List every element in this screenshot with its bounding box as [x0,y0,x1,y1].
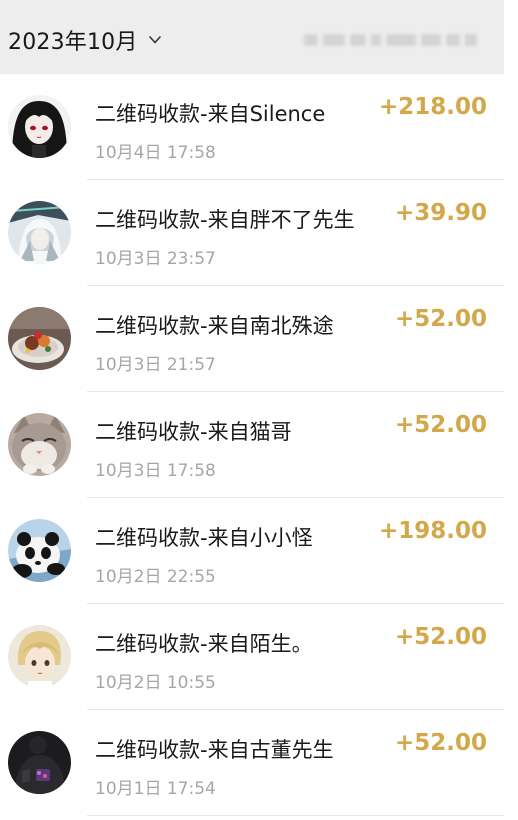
transaction-time: 10月2日 22:55 [95,567,216,587]
transaction-row[interactable]: 二维码收款-来自陌生。 10月2日 10:55 +52.00 [0,604,504,710]
dark-photo-avatar [8,731,71,794]
month-header: 2023年10月 [0,0,504,74]
bill-page: 2023年10月 二维码收款-来自Silence 10月4日 17:58 +21… [0,0,518,820]
transaction-amount: +52.00 [394,730,487,756]
anime-boy-avatar [8,625,71,688]
cat-avatar [8,413,71,476]
transaction-time: 10月3日 21:57 [95,355,216,375]
transaction-amount: +52.00 [394,412,487,438]
transaction-title: 二维码收款-来自南北殊途 [95,314,334,338]
transaction-row[interactable]: 二维码收款-来自胖不了先生 10月3日 23:57 +39.90 [0,180,504,286]
transaction-amount: +198.00 [378,518,487,544]
right-edge [504,0,518,820]
transaction-title: 二维码收款-来自Silence [95,102,326,126]
transaction-row[interactable]: 二维码收款-来自Silence 10月4日 17:58 +218.00 [0,74,504,180]
anime-character-avatar [8,201,71,264]
transaction-row[interactable]: 二维码收款-来自古董先生 10月1日 17:54 +52.00 [0,710,504,816]
transaction-title: 二维码收款-来自古董先生 [95,738,334,762]
blurred-summary [304,33,486,47]
transaction-title: 二维码收款-来自陌生。 [95,632,313,656]
transaction-time: 10月1日 17:54 [95,779,216,799]
transaction-title: 二维码收款-来自胖不了先生 [95,208,355,232]
transaction-row[interactable]: 二维码收款-来自南北殊途 10月3日 21:57 +52.00 [0,286,504,392]
transaction-row[interactable]: 二维码收款-来自猫哥 10月3日 17:58 +52.00 [0,392,504,498]
row-divider [87,815,504,816]
month-selector[interactable]: 2023年10月 [8,22,162,58]
transaction-title: 二维码收款-来自小小怪 [95,526,313,550]
transaction-list: 二维码收款-来自Silence 10月4日 17:58 +218.00 二维码收… [0,74,504,816]
transaction-amount: +52.00 [394,306,487,332]
transaction-time: 10月4日 17:58 [95,143,216,163]
transaction-amount: +52.00 [394,624,487,650]
transaction-time: 10月2日 10:55 [95,673,216,693]
transaction-row[interactable]: 二维码收款-来自小小怪 10月2日 22:55 +198.00 [0,498,504,604]
anime-girl-avatar [8,95,71,158]
month-label: 2023年10月 [8,30,138,55]
transaction-amount: +218.00 [378,94,487,120]
chevron-down-icon [148,36,161,44]
transaction-title: 二维码收款-来自猫哥 [95,420,292,444]
panda-avatar [8,519,71,582]
transaction-amount: +39.90 [394,200,487,226]
transaction-time: 10月3日 23:57 [95,249,216,269]
transaction-time: 10月3日 17:58 [95,461,216,481]
dessert-plate-avatar [8,307,71,370]
